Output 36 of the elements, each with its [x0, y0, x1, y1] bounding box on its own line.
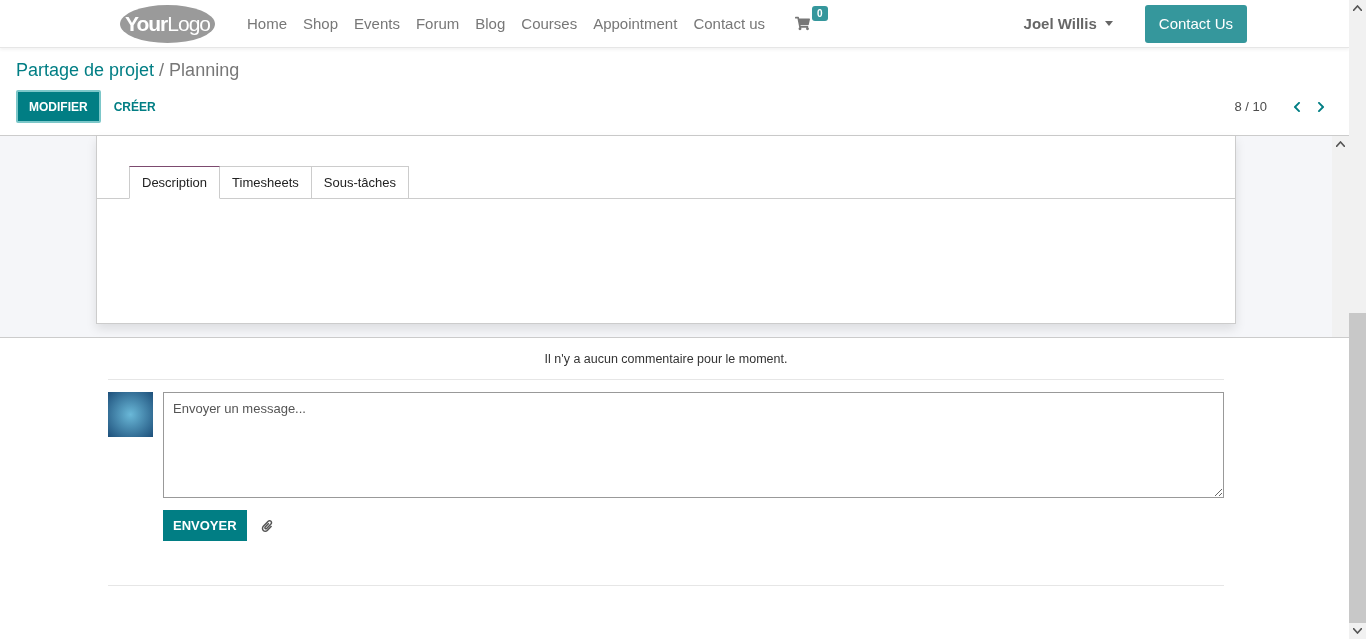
- nav-link[interactable]: Courses: [513, 15, 586, 32]
- scroll-up-icon[interactable]: [1336, 141, 1345, 147]
- breadcrumb-current: Planning: [169, 60, 240, 81]
- nav-link[interactable]: Forum: [407, 15, 468, 32]
- message-field[interactable]: Envoyer un message...: [163, 392, 1224, 498]
- send-button[interactable]: ENVOYER: [163, 510, 247, 541]
- nav-link[interactable]: Appointment: [585, 15, 686, 32]
- tab[interactable]: Sous-tâches: [311, 166, 409, 199]
- cart-icon[interactable]: [795, 16, 811, 31]
- scrollbar[interactable]: [1332, 136, 1349, 337]
- scroll-down-icon[interactable]: [1353, 628, 1362, 634]
- create-button[interactable]: CRÉER: [102, 90, 167, 123]
- breadcrumb-separator: /: [159, 60, 165, 81]
- edit-button[interactable]: MODIFIER: [16, 90, 101, 123]
- nav-link[interactable]: Blog: [467, 15, 514, 32]
- logo[interactable]: YourLogo: [120, 4, 215, 43]
- user-menu[interactable]: Joel Willis: [1023, 15, 1113, 32]
- scrollbar[interactable]: [1349, 0, 1366, 639]
- empty-message: Il n'y a aucun commentaire pour le moment.: [108, 338, 1224, 380]
- paperclip-icon[interactable]: [260, 519, 273, 532]
- breadcrumb-link[interactable]: Partage de projet: [16, 60, 155, 81]
- chevron-left-icon[interactable]: [1291, 100, 1303, 113]
- avatar-placeholder: [108, 392, 153, 437]
- nav-link[interactable]: Home: [239, 15, 295, 32]
- contact-button[interactable]: Contact Us: [1144, 4, 1247, 43]
- scrollbar-thumb[interactable]: [1349, 313, 1366, 623]
- nav-link[interactable]: Events: [346, 15, 408, 32]
- nav-link[interactable]: Shop: [295, 15, 347, 32]
- chevron-right-icon[interactable]: [1315, 100, 1327, 113]
- pager-value: 8 / 10: [1234, 99, 1267, 114]
- cart-count: 0: [812, 6, 828, 21]
- tab[interactable]: Timesheets: [220, 166, 312, 199]
- scroll-up-icon[interactable]: [1353, 5, 1362, 11]
- caret-icon[interactable]: [1104, 21, 1113, 26]
- nav-link[interactable]: Contact us: [685, 15, 774, 32]
- tab[interactable]: Description: [129, 166, 221, 199]
